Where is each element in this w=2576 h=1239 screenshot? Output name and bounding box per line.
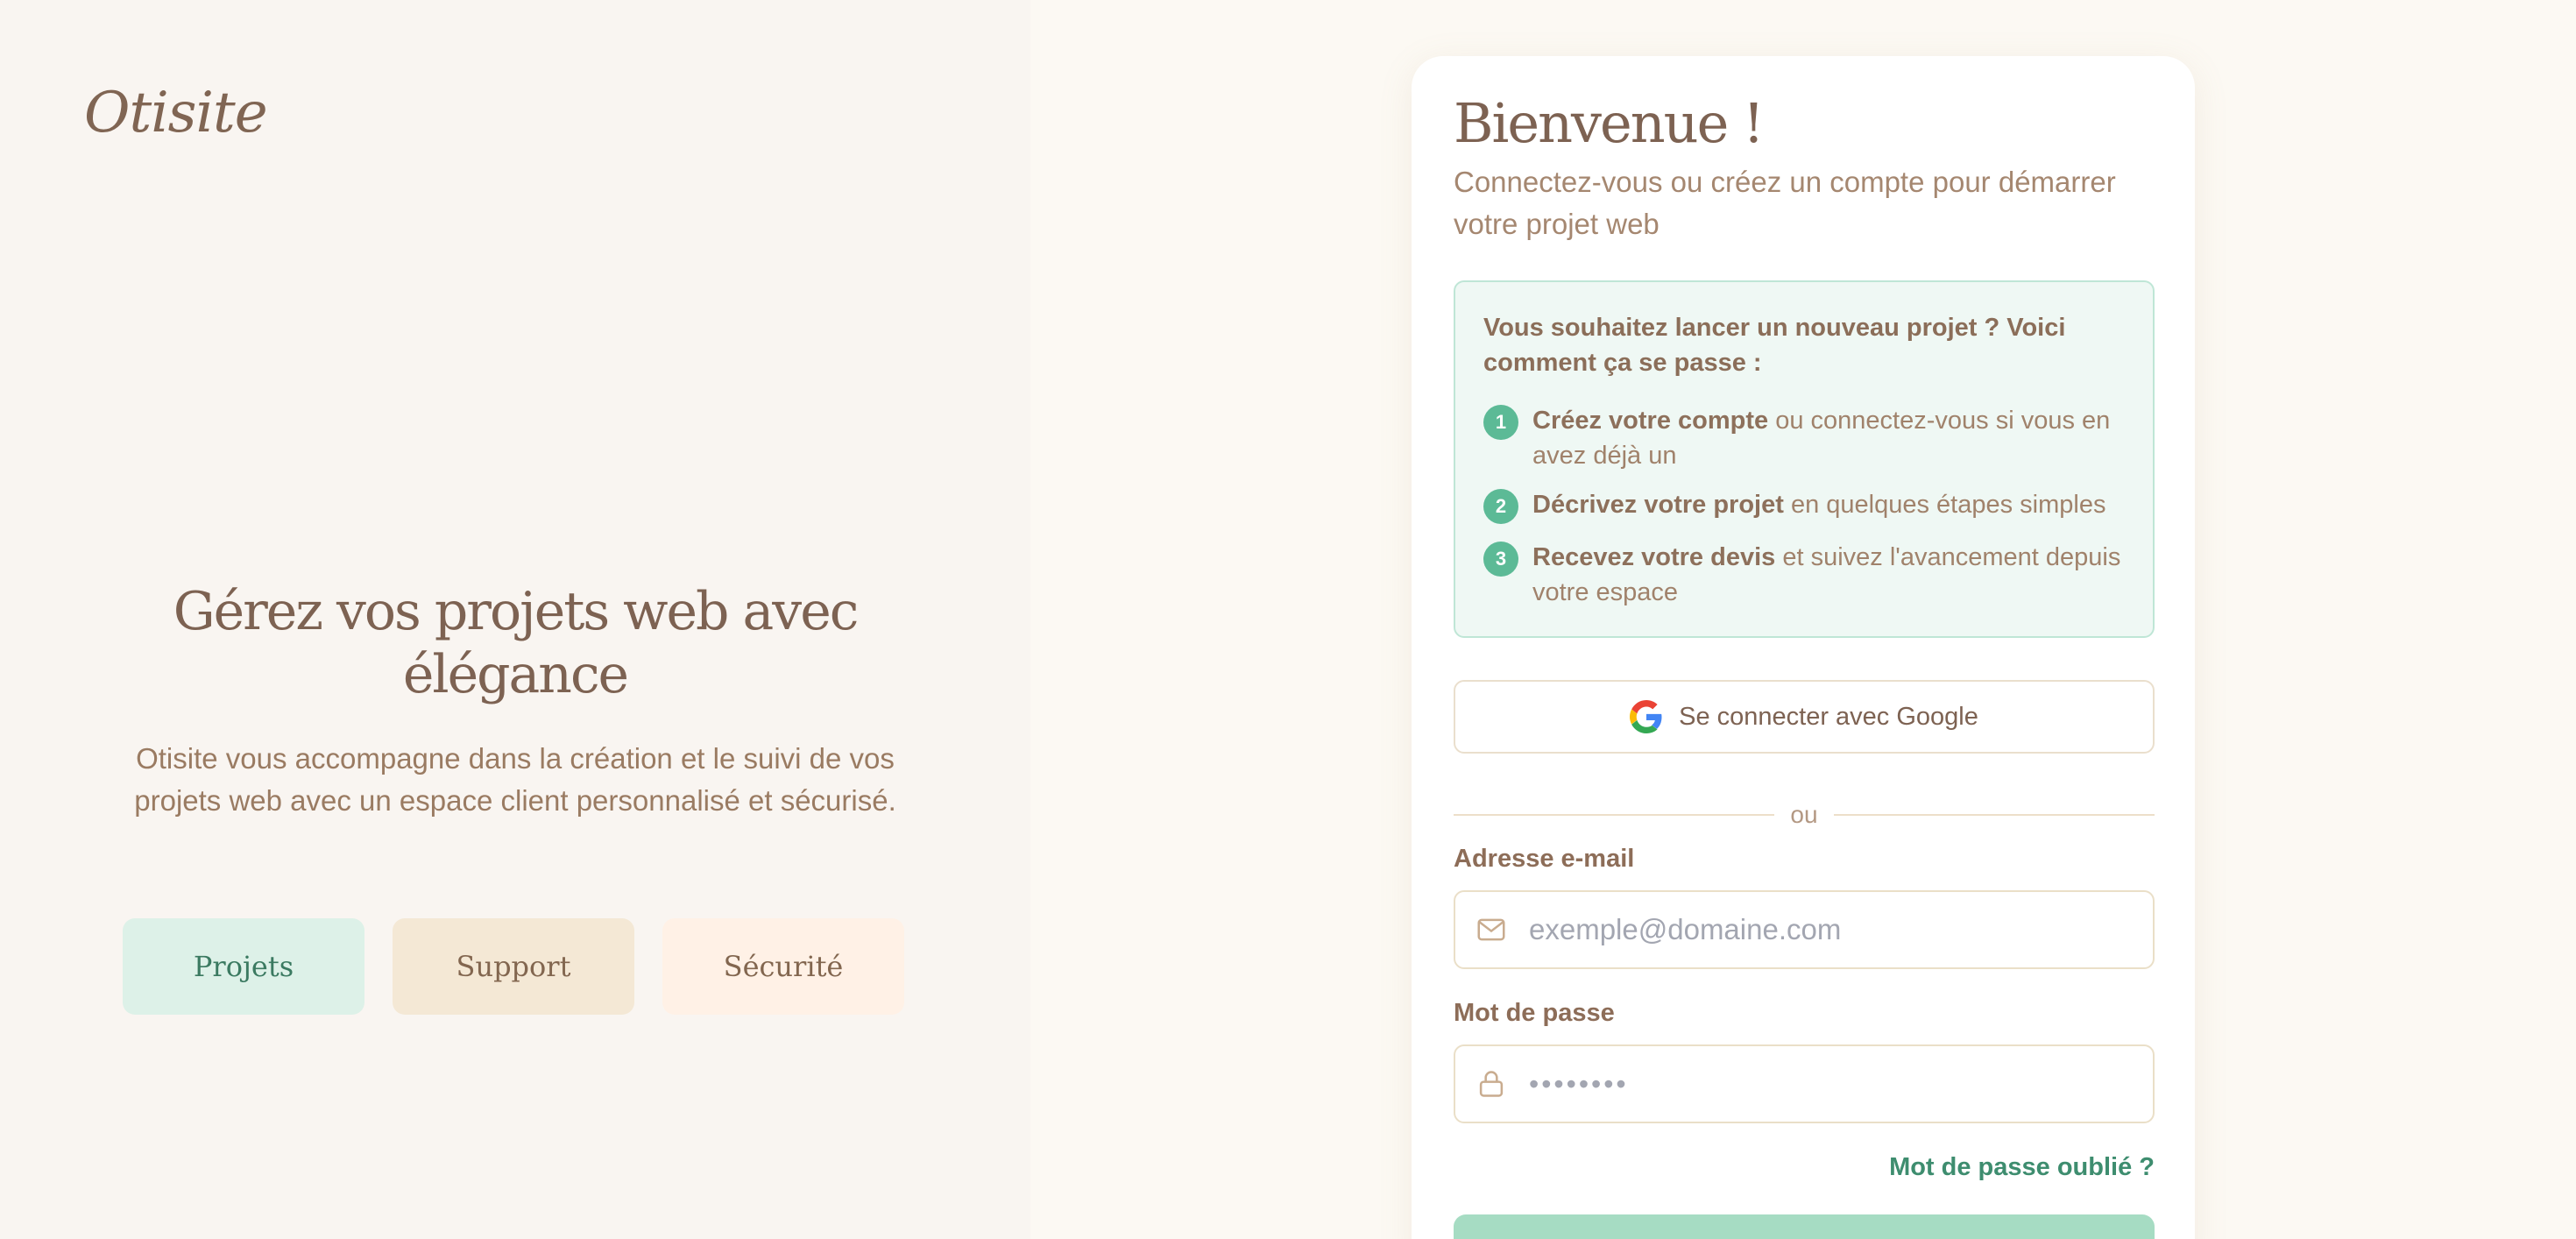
divider-text: ou [1790,801,1818,828]
step-text: Recevez votre devis et suivez l'avanceme… [1532,540,2128,610]
divider-line [1454,814,1775,816]
password-field[interactable]: •••••••• [1454,1044,2155,1123]
feature-card-projets: Projets [123,918,364,1015]
step-text-bold: Créez votre compte [1532,407,1769,435]
steps-intro: Vous souhaitez lancer un nouveau projet … [1483,314,2066,377]
step-number-badge: 1 [1483,405,1518,440]
brand-logo[interactable]: Otisite [84,81,268,145]
step-text-bold: Recevez votre devis [1532,543,1776,571]
login-card: Bienvenue ! Connectez-vous ou créez un c… [1412,56,2195,1239]
google-icon [1630,700,1663,733]
step-text-bold: Décrivez votre projet [1532,491,1784,519]
feature-list: Projets Support Sécurité [123,918,904,1015]
step-number-badge: 3 [1483,542,1518,577]
email-input[interactable] [1529,913,2142,946]
email-label: Adresse e-mail [1454,845,1635,873]
step-text: Créez votre compte ou connectez-vous si … [1532,403,2128,473]
step-text: Décrivez votre projet en quelques étapes… [1532,487,2105,522]
step-item: 3 Recevez votre devis et suivez l'avance… [1483,540,2128,610]
step-text-rest: en quelques étapes simples [1783,491,2106,519]
hero-section: Gérez vos projets web avec élégance Otis… [121,580,909,822]
feature-card-support: Support [393,918,634,1015]
card-subtitle: Connectez-vous ou créez un compte pour d… [1454,166,2116,240]
step-number-badge: 2 [1483,489,1518,524]
or-divider: ou [1454,796,2155,834]
mail-icon [1475,913,1508,946]
submit-button[interactable] [1454,1214,2155,1239]
feature-card-securite: Sécurité [662,918,904,1015]
email-field[interactable] [1454,890,2155,969]
step-item: 1 Créez votre compte ou connectez-vous s… [1483,403,2128,473]
divider-line [1833,814,2155,816]
google-signin-button[interactable]: Se connecter avec Google [1454,680,2155,754]
password-label: Mot de passe [1454,999,1615,1027]
google-button-label: Se connecter avec Google [1679,702,1978,731]
card-title: Bienvenue ! [1454,91,1765,155]
forgot-password-link[interactable]: Mot de passe oublié ? [1889,1153,2155,1182]
step-item: 2 Décrivez votre projet en quelques étap… [1483,487,2128,524]
hero-description: Otisite vous accompagne dans la création… [134,742,896,817]
left-panel: Otisite Gérez vos projets web avec éléga… [0,0,1030,1239]
hero-title: Gérez vos projets web avec élégance [173,581,860,705]
lock-icon [1475,1067,1508,1101]
login-page: Otisite Gérez vos projets web avec éléga… [0,0,2576,1239]
password-input[interactable]: •••••••• [1529,1068,1629,1101]
steps-info-box: Vous souhaitez lancer un nouveau projet … [1454,280,2155,638]
